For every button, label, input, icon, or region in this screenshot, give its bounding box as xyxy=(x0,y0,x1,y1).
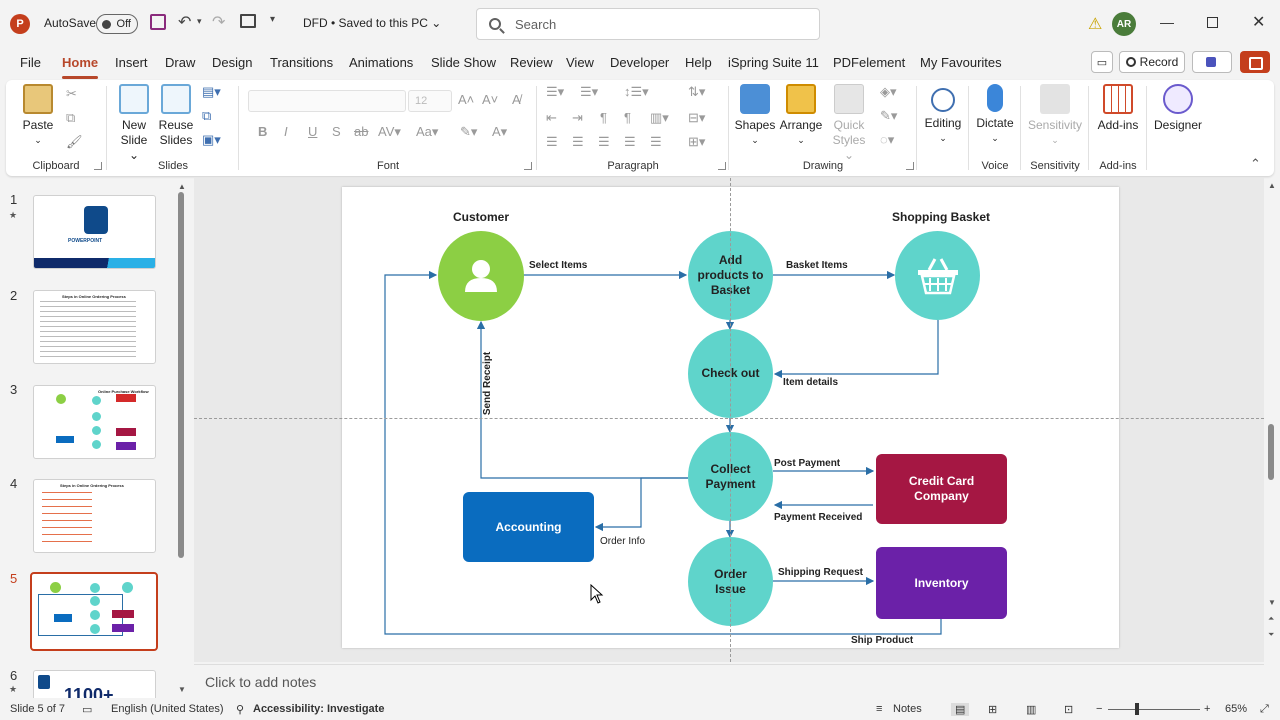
zoom-in-icon[interactable]: + xyxy=(1204,703,1210,715)
shopping-basket-node[interactable] xyxy=(895,231,980,320)
accessibility-icon: ⚲ xyxy=(236,704,245,716)
mouse-cursor-icon xyxy=(590,584,604,604)
label-ship-product[interactable]: Ship Product xyxy=(851,635,913,646)
zoom-slider-track[interactable] xyxy=(1108,709,1200,710)
customer-node[interactable] xyxy=(438,231,524,321)
previous-slide-icon[interactable]: ⏶ xyxy=(1268,614,1274,624)
label-order-info[interactable]: Order Info xyxy=(600,536,645,547)
notes-placeholder: Click to add notes xyxy=(205,674,317,690)
shopping-basket-heading[interactable]: Shopping Basket xyxy=(892,210,990,224)
arrow-item-details xyxy=(773,320,939,379)
notes-pane[interactable]: Click to add notes xyxy=(194,664,1264,696)
slide-sorter-icon[interactable]: ⊞ xyxy=(988,703,997,716)
scroll-down-arrow-icon[interactable]: ▼ xyxy=(1268,598,1276,607)
label-basket-items[interactable]: Basket Items xyxy=(786,260,848,271)
slide-show-icon[interactable]: ⊡ xyxy=(1064,703,1073,716)
customer-heading[interactable]: Customer xyxy=(453,210,509,224)
zoom-slider-thumb[interactable] xyxy=(1135,703,1139,715)
horizontal-guide[interactable] xyxy=(194,418,1264,419)
accounting-node[interactable]: Accounting xyxy=(463,492,594,562)
arrow-ship-product xyxy=(384,270,942,635)
accessibility-status[interactable]: Accessibility: Investigate xyxy=(253,703,384,715)
next-slide-icon[interactable]: ⏷ xyxy=(1268,630,1274,640)
notes-icon: ≡ xyxy=(876,703,883,715)
zoom-level[interactable]: 65% xyxy=(1225,703,1247,715)
basket-icon xyxy=(917,257,958,294)
slide-counter: Slide 5 of 7 xyxy=(10,703,66,715)
arrow-order-info xyxy=(594,477,688,532)
scroll-up-arrow-icon[interactable]: ▲ xyxy=(1268,181,1276,190)
status-bar: Slide 5 of 7 ▭ English (United States) ⚲… xyxy=(0,698,1280,720)
label-send-receipt[interactable]: Send Receipt xyxy=(482,352,493,415)
arrow-send-receipt xyxy=(476,320,688,479)
inventory-node[interactable]: Inventory xyxy=(876,547,1007,619)
language-status[interactable]: English (United States) xyxy=(111,703,224,715)
zoom-out-icon[interactable]: − xyxy=(1096,703,1102,715)
normal-view-icon[interactable]: ▤ xyxy=(951,703,970,716)
label-payment-received[interactable]: Payment Received xyxy=(774,512,862,523)
credit-card-text: Credit Card Company xyxy=(908,474,975,503)
reading-view-icon[interactable]: ▥ xyxy=(1026,703,1036,716)
fit-slide-icon[interactable]: ⤢ xyxy=(1260,703,1269,716)
accounting-text: Accounting xyxy=(495,519,562,534)
label-item-details[interactable]: Item details xyxy=(783,377,838,388)
label-shipping-request[interactable]: Shipping Request xyxy=(778,567,863,578)
spelling-icon[interactable]: ▭ xyxy=(82,703,92,716)
canvas-scrollbar[interactable] xyxy=(1268,424,1274,480)
vertical-guide[interactable] xyxy=(730,178,731,662)
label-select-items[interactable]: Select Items xyxy=(529,260,587,271)
person-icon xyxy=(465,260,497,292)
flow-connectors xyxy=(384,270,942,635)
credit-card-node[interactable]: Credit Card Company xyxy=(876,454,1007,524)
notes-button[interactable]: Notes xyxy=(893,703,922,715)
inventory-text: Inventory xyxy=(914,575,969,590)
label-post-payment[interactable]: Post Payment xyxy=(774,458,840,469)
